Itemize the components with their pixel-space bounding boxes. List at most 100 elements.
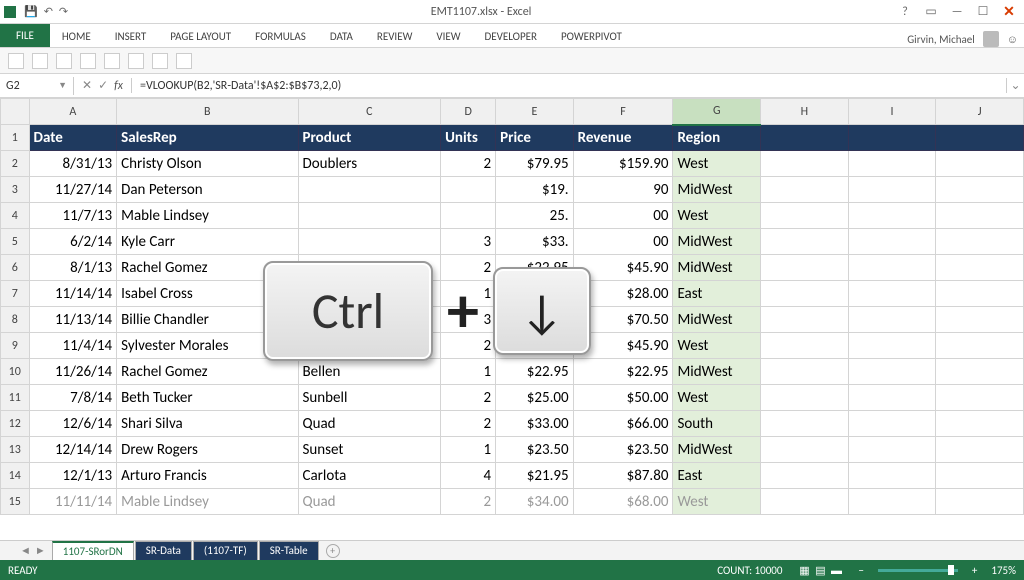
tool-7[interactable]	[152, 53, 168, 69]
row-head-14[interactable]: 14	[1, 463, 30, 489]
cell-F3[interactable]: 90	[573, 177, 673, 203]
cell-B2[interactable]: Christy Olson	[117, 151, 298, 177]
cell-D14[interactable]: 4	[441, 463, 496, 489]
cell-E4[interactable]: 25.	[496, 203, 573, 229]
tab-data[interactable]: DATA	[318, 26, 365, 47]
row-head-6[interactable]: 6	[1, 255, 30, 281]
header-cell-F[interactable]: Revenue	[573, 125, 673, 151]
tab-insert[interactable]: INSERT	[103, 26, 159, 47]
cell-G2[interactable]: West	[673, 151, 761, 177]
cell-G9[interactable]: West	[673, 333, 761, 359]
cell-G5[interactable]: MidWest	[673, 229, 761, 255]
cell-C13[interactable]: Sunset	[298, 437, 441, 463]
tab-powerpivot[interactable]: POWERPIVOT	[549, 26, 634, 47]
cell-H9[interactable]	[761, 333, 849, 359]
tool-1[interactable]	[8, 53, 24, 69]
tab-developer[interactable]: DEVELOPER	[473, 26, 549, 47]
header-cell-D[interactable]: Units	[441, 125, 496, 151]
sheet-nav-next-icon[interactable]: ►	[35, 544, 46, 557]
header-cell-J[interactable]	[936, 125, 1024, 151]
cell-H12[interactable]	[761, 411, 849, 437]
cell-E11[interactable]: $25.00	[496, 385, 573, 411]
cell-B5[interactable]: Kyle Carr	[117, 229, 298, 255]
cell-D5[interactable]: 3	[441, 229, 496, 255]
cell-B14[interactable]: Arturo Francis	[117, 463, 298, 489]
cell-I14[interactable]	[848, 463, 936, 489]
cell-D13[interactable]: 1	[441, 437, 496, 463]
spreadsheet-grid[interactable]: ABCDEFGHIJ1DateSalesRepProductUnitsPrice…	[0, 98, 1024, 540]
cell-B4[interactable]: Mable Lindsey	[117, 203, 298, 229]
tab-formulas[interactable]: FORMULAS	[243, 26, 318, 47]
cell-D12[interactable]: 2	[441, 411, 496, 437]
col-head-H[interactable]: H	[761, 99, 849, 125]
row-head-10[interactable]: 10	[1, 359, 30, 385]
sheet-tab-sr-table[interactable]: SR-Table	[259, 541, 319, 560]
cell-J12[interactable]	[936, 411, 1024, 437]
cell-G3[interactable]: MidWest	[673, 177, 761, 203]
cell-D4[interactable]	[441, 203, 496, 229]
cell-B13[interactable]: Drew Rogers	[117, 437, 298, 463]
tab-home[interactable]: HOME	[50, 26, 103, 47]
cell-C4[interactable]	[298, 203, 441, 229]
cell-J14[interactable]	[936, 463, 1024, 489]
cell-A9[interactable]: 11/4/14	[29, 333, 117, 359]
cell-D15[interactable]: 2	[441, 489, 496, 515]
select-all-corner[interactable]	[1, 99, 30, 125]
cell-A7[interactable]: 11/14/14	[29, 281, 117, 307]
tool-3[interactable]	[56, 53, 72, 69]
cancel-icon[interactable]: ✕	[82, 78, 92, 93]
cell-H14[interactable]	[761, 463, 849, 489]
row-head-7[interactable]: 7	[1, 281, 30, 307]
chevron-down-icon[interactable]: ▼	[58, 80, 67, 91]
cell-A3[interactable]: 11/27/14	[29, 177, 117, 203]
redo-icon[interactable]: ↷	[59, 5, 68, 18]
cell-I3[interactable]	[848, 177, 936, 203]
cell-H10[interactable]	[761, 359, 849, 385]
cell-C14[interactable]: Carlota	[298, 463, 441, 489]
enter-icon[interactable]: ✓	[98, 78, 108, 93]
sheet-tab--1107-tf-[interactable]: (1107-TF)	[193, 541, 258, 560]
cell-H11[interactable]	[761, 385, 849, 411]
cell-J2[interactable]	[936, 151, 1024, 177]
minimize-icon[interactable]: —	[946, 5, 968, 19]
cell-G15[interactable]: West	[673, 489, 761, 515]
cell-A5[interactable]: 6/2/14	[29, 229, 117, 255]
cell-J9[interactable]	[936, 333, 1024, 359]
cell-F11[interactable]: $50.00	[573, 385, 673, 411]
tool-2[interactable]	[32, 53, 48, 69]
cell-J10[interactable]	[936, 359, 1024, 385]
cell-F15[interactable]: $68.00	[573, 489, 673, 515]
cell-H4[interactable]	[761, 203, 849, 229]
cell-E13[interactable]: $23.50	[496, 437, 573, 463]
zoom-out-icon[interactable]: −	[858, 564, 863, 577]
col-head-F[interactable]: F	[573, 99, 673, 125]
cell-E14[interactable]: $21.95	[496, 463, 573, 489]
cell-I2[interactable]	[848, 151, 936, 177]
save-icon[interactable]: 💾	[24, 5, 38, 18]
tool-6[interactable]	[128, 53, 144, 69]
col-head-B[interactable]: B	[117, 99, 298, 125]
fx-icon[interactable]: fx	[114, 79, 123, 93]
cell-F5[interactable]: 00	[573, 229, 673, 255]
col-head-J[interactable]: J	[936, 99, 1024, 125]
sheet-tab-1107-srordn[interactable]: 1107-SRorDN	[52, 541, 134, 560]
row-head-13[interactable]: 13	[1, 437, 30, 463]
undo-icon[interactable]: ↶	[44, 5, 53, 18]
header-cell-C[interactable]: Product	[298, 125, 441, 151]
smiley-icon[interactable]: ☺	[1007, 33, 1018, 46]
cell-H8[interactable]	[761, 307, 849, 333]
row-head-9[interactable]: 9	[1, 333, 30, 359]
cell-C12[interactable]: Quad	[298, 411, 441, 437]
cell-H13[interactable]	[761, 437, 849, 463]
row-head-2[interactable]: 2	[1, 151, 30, 177]
cell-J6[interactable]	[936, 255, 1024, 281]
cell-I11[interactable]	[848, 385, 936, 411]
tab-review[interactable]: REVIEW	[365, 26, 425, 47]
cell-B15[interactable]: Mable Lindsey	[117, 489, 298, 515]
user-name[interactable]: Girvin, Michael	[907, 33, 975, 46]
cell-F10[interactable]: $22.95	[573, 359, 673, 385]
cell-H6[interactable]	[761, 255, 849, 281]
cell-E2[interactable]: $79.95	[496, 151, 573, 177]
cell-H7[interactable]	[761, 281, 849, 307]
cell-E10[interactable]: $22.95	[496, 359, 573, 385]
